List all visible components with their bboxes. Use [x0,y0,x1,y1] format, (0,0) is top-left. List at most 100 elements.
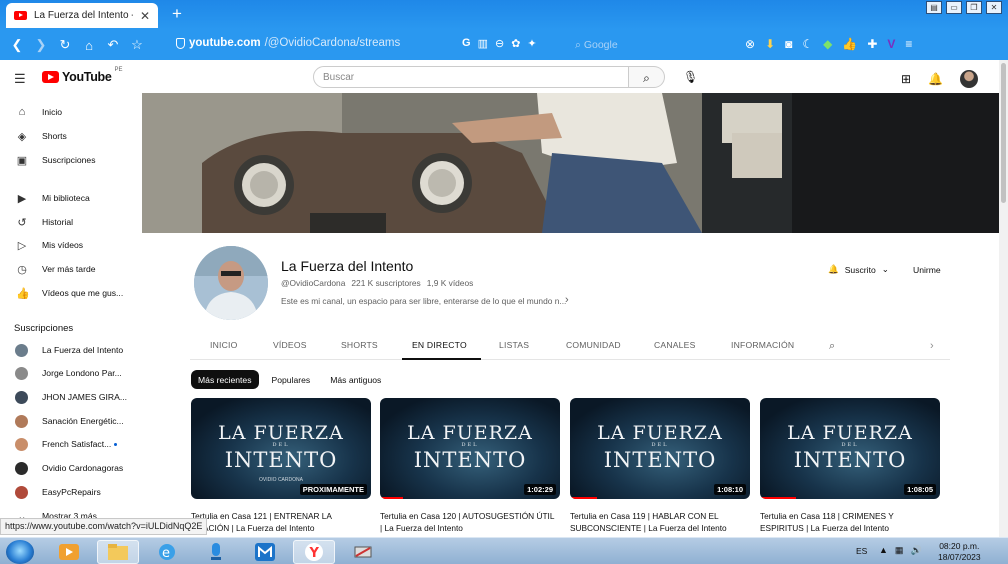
sidebar-sub-item[interactable]: French Satisfact... [0,433,141,455]
back-icon[interactable]: ❮ [5,37,29,53]
tab-listas[interactable]: LISTAS [499,340,529,350]
v-extension-icon[interactable]: V [887,37,895,51]
subscribed-button[interactable]: 🔔 Suscrito ⌄ [828,264,889,275]
zoom-icon[interactable]: ⊖ [495,37,504,50]
tray-arrow-icon[interactable]: ▲ [879,545,888,556]
channel-description[interactable]: Este es mi canal, un espacio para ser li… [281,296,566,306]
forward-icon[interactable]: ❯ [29,37,53,53]
search-button[interactable]: ⌕ [629,66,665,88]
minimize-icon[interactable]: ▭ [946,1,962,14]
chip-populares[interactable]: Populares [265,370,318,389]
taskbar-ie[interactable]: e [146,540,188,564]
sidebar-sub-item[interactable]: Jorge Londono Par... [0,362,141,384]
window-menu-icon[interactable]: ▤ [926,1,942,14]
youtube-logo[interactable]: YouTube PE [42,67,123,84]
bookmark-star-icon[interactable]: ☆ [125,37,149,53]
night-mode-icon[interactable]: ☾ [802,37,813,51]
restore-icon[interactable]: ❐ [966,1,982,14]
video-title[interactable]: Tertulia en Casa 118 | CRIMENES Y ESPIRI… [760,510,938,534]
channel-search-icon[interactable]: ⌕ [829,340,835,353]
video-thumbnail[interactable]: LA FUERZA DEL INTENTO OVIDIO CARDONA PRO… [191,398,371,499]
tab-en-directo[interactable]: EN DIRECTO [412,340,467,350]
download-icon[interactable]: ⬇ [765,37,775,51]
page-scrollbar-thumb[interactable] [1001,63,1006,203]
active-tab-indicator [402,358,481,360]
network-icon[interactable]: ▦ [895,545,904,556]
tab-inicio[interactable]: INICIO [210,340,237,350]
tab-informacion[interactable]: INFORMACIÓN [731,340,794,350]
account-avatar[interactable] [960,70,979,88]
translate-icon[interactable]: ✿ [511,37,520,50]
taskbar-explorer[interactable] [97,540,139,564]
sidebar-item-biblioteca[interactable]: ▶ Mi biblioteca [0,187,141,209]
sidebar-sub-item[interactable]: Sanación Energétic... [0,410,141,432]
tab-canales[interactable]: CANALES [654,340,696,350]
puzzle-icon[interactable]: ✚ [867,37,877,51]
taskbar-media-player[interactable] [48,540,90,564]
video-title[interactable]: Tertulia en Casa 120 | AUTOSUGESTIÓN ÚTI… [380,510,558,534]
taskbar-assistant[interactable] [195,540,237,564]
video-thumbnail[interactable]: LA FUERZA DEL INTENTO 1:08:05 [760,398,940,499]
svg-text:e: e [162,546,170,561]
channel-avatar-large[interactable] [194,246,268,320]
browser-tab[interactable]: La Fuerza del Intento - Y ✕ [6,3,158,28]
video-title[interactable]: Tertulia en Casa 121 | ENTRENAR LA ...ZA… [191,510,369,534]
menu-icon[interactable]: ☰ [14,71,26,87]
chevron-right-icon[interactable]: › [565,294,569,306]
svg-text:Y: Y [309,546,320,561]
extension-page-icon[interactable]: ✦ [527,37,536,50]
chip-mas-recientes[interactable]: Más recientes [191,370,259,389]
toolbar-search[interactable]: ⌕ Google [575,39,618,52]
sidebar-sub-item[interactable]: JHON JAMES GIRA... [0,386,141,408]
reader-icon[interactable]: ▥ [478,37,488,50]
sidebar-item-inicio[interactable]: ⌂ Inicio [0,101,141,123]
tab-videos[interactable]: VÍDEOS [273,340,307,350]
notifications-icon[interactable]: 🔔 [928,72,943,86]
taskbar-clock[interactable]: 08:20 p.m. 18/07/2023 [938,541,981,563]
tab-shorts[interactable]: SHORTS [341,340,378,350]
thumbs-up-extension-icon[interactable]: 👍 [842,37,857,51]
tab-comunidad[interactable]: COMUNIDAD [566,340,621,350]
video-title[interactable]: Tertulia en Casa 119 | HABLAR CON EL SUB… [570,510,748,534]
sidebar-item-suscripciones[interactable]: ▣ Suscripciones [0,149,141,171]
video-thumbnail[interactable]: LA FUERZA DEL INTENTO 1:02:29 [380,398,560,499]
chip-mas-antiguos[interactable]: Más antiguos [323,370,388,389]
video-thumbnail[interactable]: LA FUERZA DEL INTENTO 1:08:10 [570,398,750,499]
video-card[interactable]: LA FUERZA DEL INTENTO 1:08:05 Tertulia e… [760,398,940,534]
google-icon[interactable]: G [462,37,471,50]
taskbar-maxthon[interactable] [244,540,286,564]
join-button[interactable]: Unirme [913,265,941,275]
screenshot-icon[interactable]: ◙ [785,37,792,51]
volume-icon[interactable]: 🔊 [910,545,921,556]
reload-icon[interactable]: ↻ [53,37,77,53]
browser-menu-icon[interactable]: ≡ [905,37,912,51]
search-input[interactable]: Buscar [313,66,629,88]
sidebar-sub-item[interactable]: La Fuerza del Intento [0,339,141,361]
sidebar-sub-item[interactable]: Ovidio Cardonagoras [0,457,141,479]
sidebar-item-liked[interactable]: 👍 Vídeos que me gus... [0,282,141,304]
sidebar-item-mis-videos[interactable]: ▷ Mis vídeos [0,234,141,256]
video-card[interactable]: LA FUERZA DEL INTENTO OVIDIO CARDONA PRO… [191,398,371,534]
language-indicator[interactable]: ES [856,546,867,556]
tab-close-icon[interactable]: ✕ [140,9,150,23]
clear-icon[interactable]: ⊗ [745,37,755,51]
mic-icon[interactable]: 🎙 [683,70,698,84]
sidebar-item-historial[interactable]: ↺ Historial [0,211,141,233]
video-card[interactable]: LA FUERZA DEL INTENTO 1:02:29 Tertulia e… [380,398,560,534]
sidebar-item-shorts[interactable]: ◈ Shorts [0,125,141,147]
undo-close-icon[interactable]: ↶ [101,37,125,53]
address-field[interactable]: youtube.com/@OvidioCardona/streams [176,37,400,49]
start-button[interactable] [6,540,34,564]
sidebar-item-ver-mas-tarde[interactable]: ◷ Ver más tarde [0,258,141,280]
chevron-right-icon[interactable]: › [930,340,934,352]
taskbar-yandex[interactable]: Y [293,540,335,564]
home-icon[interactable]: ⌂ [77,38,101,53]
video-card[interactable]: LA FUERZA DEL INTENTO 1:08:10 Tertulia e… [570,398,750,534]
taskbar-app[interactable] [342,540,384,564]
colorful-extension-icon[interactable]: ◆ [823,37,832,51]
close-window-icon[interactable]: ✕ [986,1,1002,14]
system-tray: ▲ ▦ 🔊 [879,545,922,556]
new-tab-button[interactable]: + [172,4,182,24]
sidebar-sub-item[interactable]: EasyPcRepairs [0,481,141,503]
create-icon[interactable]: ⊞ [901,72,911,86]
